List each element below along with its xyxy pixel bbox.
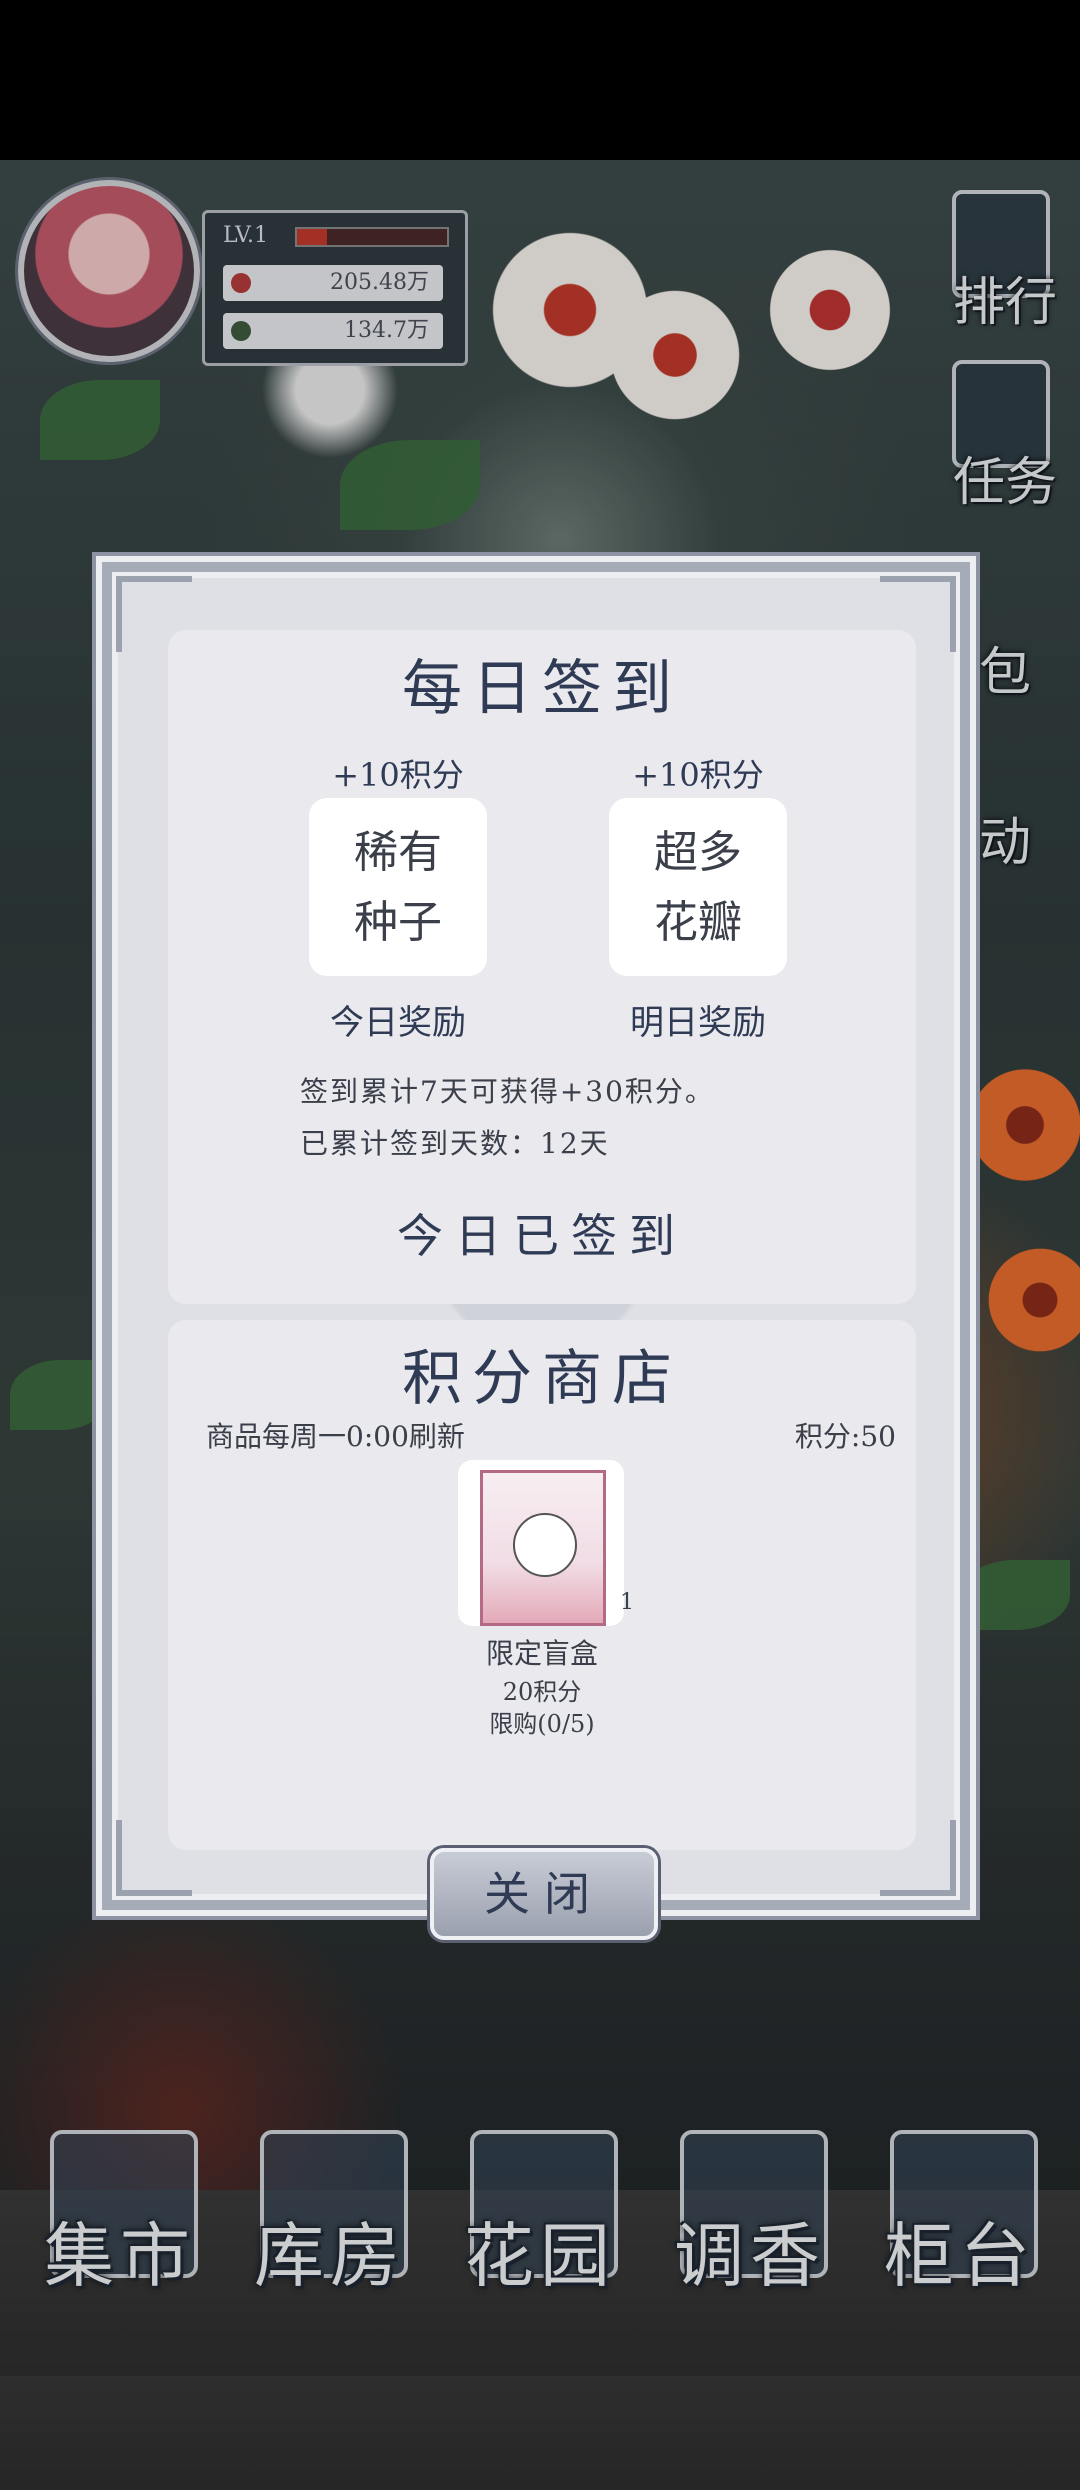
shop-item-name: 限定盲盒 xyxy=(485,1637,598,1670)
checkin-status: 今日已签到 xyxy=(397,1209,687,1263)
today-points: +10积分 xyxy=(332,756,464,794)
shop-item-quantity: 1 xyxy=(620,1590,634,1615)
streak-note: 已累计签到天数：12天 xyxy=(300,1127,610,1160)
points-shop-card: 积分商店 商品每周一0:00刷新 积分:50 1 限定盲盒 20积分 限购(0/… xyxy=(168,1320,916,1850)
tomorrow-points: +10积分 xyxy=(632,756,764,794)
tomorrow-reward-box: 超多 花瓣 xyxy=(609,798,787,976)
shop-item-price: 20积分 xyxy=(502,1678,582,1706)
close-button[interactable]: 关闭 xyxy=(430,1848,658,1940)
shop-refresh-note: 商品每周一0:00刷新 xyxy=(206,1420,465,1453)
points-shop-title: 积分商店 xyxy=(402,1344,682,1414)
daily-checkin-card: 每日签到 +10积分 稀有 种子 今日奖励 +10积分 超多 花瓣 明日奖励 签… xyxy=(168,630,916,1304)
cat-icon xyxy=(513,1513,577,1577)
tomorrow-reward-label: 明日奖励 xyxy=(630,1003,766,1043)
checkin-dialog: 每日签到 +10积分 稀有 种子 今日奖励 +10积分 超多 花瓣 明日奖励 签… xyxy=(96,556,976,1916)
today-reward-box: 稀有 种子 xyxy=(309,798,487,976)
today-reward-label: 今日奖励 xyxy=(330,1003,466,1043)
today-reward-line2: 种子 xyxy=(354,897,442,948)
blindbox-image xyxy=(480,1470,606,1626)
bonus-note: 签到累计7天可获得+30积分。 xyxy=(300,1075,715,1108)
tomorrow-reward-line1: 超多 xyxy=(654,827,742,878)
daily-checkin-title: 每日签到 xyxy=(402,654,682,724)
shop-points-balance: 积分:50 xyxy=(794,1420,896,1453)
tomorrow-reward-line2: 花瓣 xyxy=(654,897,742,948)
shop-item-limit: 限购(0/5) xyxy=(489,1710,595,1738)
shop-item-blindbox[interactable] xyxy=(458,1460,624,1626)
today-reward-line1: 稀有 xyxy=(354,827,442,878)
